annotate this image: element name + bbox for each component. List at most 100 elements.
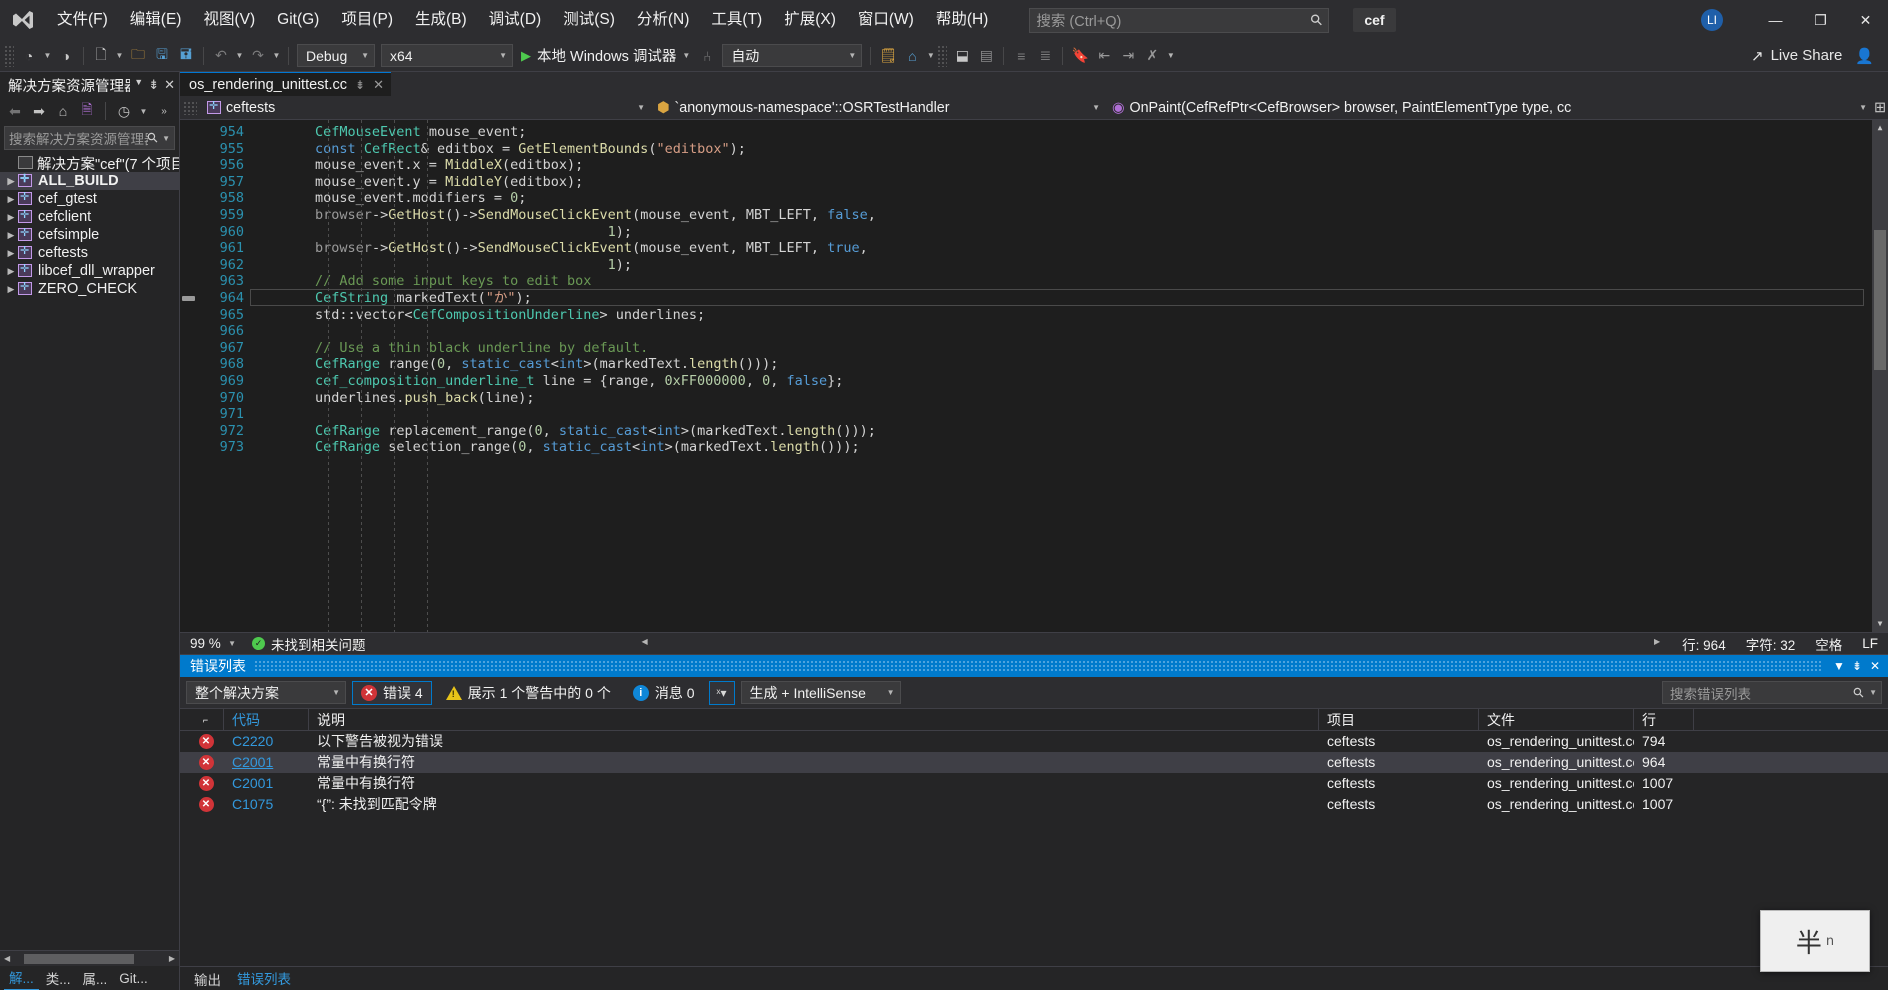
error-list-grip[interactable]: [254, 660, 1822, 672]
code-line[interactable]: [250, 406, 1872, 423]
chevron-down-icon[interactable]: ▼: [137, 99, 150, 123]
menu-tools[interactable]: 工具(T): [700, 0, 773, 40]
solution-explorer-tab-3[interactable]: Git...: [114, 969, 153, 988]
hot-reload-dropdown-icon[interactable]: ▼: [924, 44, 937, 68]
nav-class-combo[interactable]: ⬢ `anonymous-namespace'::OSRTestHandler …: [650, 97, 1105, 119]
navbar-grip[interactable]: [183, 100, 197, 115]
scroll-thumb[interactable]: [24, 953, 135, 964]
undo-icon[interactable]: ↶: [209, 44, 233, 68]
expand-navbar-icon[interactable]: ⊞: [1872, 100, 1888, 116]
platform-combo[interactable]: x64 ▼: [381, 44, 513, 67]
scroll-right-icon[interactable]: ▶: [169, 954, 179, 963]
scroll-left-icon[interactable]: ◀: [0, 954, 10, 963]
menu-window[interactable]: 窗口(W): [847, 0, 925, 40]
code-line[interactable]: mouse_event.y = MiddleY(editbox);: [250, 174, 1872, 191]
warnings-filter-button[interactable]: 展示 1 个警告中的 0 个: [438, 681, 619, 705]
layout-icon[interactable]: ▤: [974, 44, 998, 68]
avatar[interactable]: LI: [1701, 9, 1723, 31]
code-line[interactable]: 1);: [250, 224, 1872, 241]
home-icon[interactable]: ⌂: [52, 100, 74, 122]
menu-edit[interactable]: 编辑(E): [119, 0, 193, 40]
forward-icon[interactable]: ➡: [28, 100, 50, 122]
select-element-icon[interactable]: ⬓: [950, 44, 974, 68]
solution-tree-item-5[interactable]: ▶ libcef_dll_wrapper: [0, 262, 179, 280]
code-line[interactable]: CefRange range(0, static_cast<int>(marke…: [250, 356, 1872, 373]
close-button[interactable]: ✕: [1843, 0, 1888, 40]
error-code[interactable]: C1075: [224, 794, 309, 815]
scroll-left-icon[interactable]: ◀: [642, 637, 648, 646]
solution-tree-item-0[interactable]: ▶ ALL_BUILD: [0, 172, 179, 190]
clear-bookmarks-icon[interactable]: ✗: [1140, 44, 1164, 68]
scope-combo[interactable]: 整个解决方案 ▼: [186, 681, 346, 704]
toolbar-overflow-icon[interactable]: ▼: [1164, 44, 1177, 68]
code-line[interactable]: // Use a thin black underline by default…: [250, 340, 1872, 357]
code-content[interactable]: CefMouseEvent mouse_event; const CefRect…: [250, 120, 1872, 632]
expand-arrow-icon[interactable]: ▶: [4, 194, 18, 205]
solution-explorer-tab-0[interactable]: 解...: [4, 965, 39, 990]
code-line[interactable]: CefRange selection_range(0, static_cast<…: [250, 439, 1872, 456]
menu-view[interactable]: 视图(V): [192, 0, 266, 40]
global-search-input[interactable]: 搜索 (Ctrl+Q) ⚲: [1029, 7, 1330, 33]
live-share-button[interactable]: ↗ Live Share 👤: [1751, 47, 1888, 65]
clear-filter-icon[interactable]: ˣ▾: [708, 680, 735, 705]
column-header-description[interactable]: 说明: [309, 709, 1319, 731]
output-tab-0[interactable]: 输出: [188, 967, 227, 990]
expand-arrow-icon[interactable]: ▶: [4, 266, 18, 277]
scroll-down-icon[interactable]: ▼: [1872, 616, 1888, 632]
messages-filter-button[interactable]: i 消息 0: [625, 681, 703, 705]
solution-tree-item-4[interactable]: ▶ ceftests: [0, 244, 179, 262]
restore-button[interactable]: ❐: [1798, 0, 1843, 40]
close-icon[interactable]: ✕: [1866, 659, 1884, 673]
next-bookmark-icon[interactable]: ⇥: [1116, 44, 1140, 68]
open-file-icon[interactable]: 🗀: [126, 44, 150, 68]
errors-filter-button[interactable]: ✕ 错误 4: [352, 680, 432, 705]
hot-reload-icon[interactable]: ⌂: [900, 44, 924, 68]
menu-debug[interactable]: 调试(D): [478, 0, 553, 40]
menu-git[interactable]: Git(G): [266, 0, 330, 40]
overflow-icon[interactable]: »: [153, 100, 175, 122]
attach-to-process-icon[interactable]: 🗒: [876, 44, 900, 68]
solution-tree-item-1[interactable]: ▶ cef_gtest: [0, 190, 179, 208]
expand-arrow-icon[interactable]: ▶: [4, 284, 18, 295]
solution-explorer-hscrollbar[interactable]: ◀ ▶: [0, 950, 179, 966]
code-line[interactable]: underlines.push_back(line);: [250, 390, 1872, 407]
solution-explorer-tab-2[interactable]: 属...: [78, 966, 113, 990]
code-line[interactable]: browser->GetHost()->SendMouseClickEvent(…: [250, 207, 1872, 224]
scroll-up-icon[interactable]: ▲: [1872, 120, 1888, 136]
code-line[interactable]: [250, 323, 1872, 340]
error-code[interactable]: C2220: [224, 731, 309, 752]
build-filter-combo[interactable]: 生成 + IntelliSense ▼: [740, 681, 901, 704]
issue-status[interactable]: ✓ 未找到相关问题: [242, 634, 366, 654]
code-line[interactable]: browser->GetHost()->SendMouseClickEvent(…: [250, 240, 1872, 257]
code-line[interactable]: // Add some input keys to edit box: [250, 273, 1872, 290]
nav-member-combo[interactable]: ◉ OnPaint(CefRefPtr<CefBrowser> browser,…: [1105, 97, 1872, 119]
expand-arrow-icon[interactable]: ▶: [4, 248, 18, 259]
error-list-row[interactable]: ✕ C2001 常量中有换行符 ceftests os_rendering_unitte…: [180, 773, 1888, 794]
code-editor[interactable]: 954 955 956 957 958 959 960 961 962 963 964 965 966 9…: [180, 120, 1888, 632]
error-list-grid[interactable]: ⌐ 代码 说明 项目 文件 行 ✕ C2220 以下警告被视为错误 ceftests o…: [180, 709, 1888, 966]
menu-test[interactable]: 测试(S): [552, 0, 626, 40]
menu-project[interactable]: 项目(P): [330, 0, 404, 40]
scroll-right-icon[interactable]: ▶: [1654, 637, 1660, 646]
code-line[interactable]: cef_composition_underline_t line = {rang…: [250, 373, 1872, 390]
scroll-thumb[interactable]: [1874, 230, 1886, 370]
column-header-code[interactable]: 代码: [224, 709, 309, 731]
editor-vertical-scrollbar[interactable]: ▲ ▼: [1872, 120, 1888, 632]
save-all-icon[interactable]: 🖬: [174, 44, 198, 68]
column-header-icon[interactable]: ⌐: [180, 709, 224, 731]
new-dropdown-icon[interactable]: ▼: [113, 44, 126, 68]
code-line[interactable]: 1);: [250, 257, 1872, 274]
code-line[interactable]: const CefRect& editbox = GetElementBound…: [250, 141, 1872, 158]
expand-arrow-icon[interactable]: ▶: [4, 212, 18, 223]
menu-analyze[interactable]: 分析(N): [626, 0, 701, 40]
expand-arrow-icon[interactable]: ▶: [4, 230, 18, 241]
start-debugging-button[interactable]: ▶ 本地 Windows 调试器 ▼: [516, 44, 695, 68]
process-combo[interactable]: 自动 ▼: [722, 44, 863, 67]
pin-icon[interactable]: ⇟: [148, 77, 159, 93]
tab-os-rendering-unittest[interactable]: os_rendering_unittest.cc ⇟ ✕: [180, 72, 391, 96]
pin-icon[interactable]: ⇟: [355, 78, 365, 92]
menu-extensions[interactable]: 扩展(X): [773, 0, 847, 40]
code-line[interactable]: CefMouseEvent mouse_event;: [250, 124, 1872, 141]
navigate-back-icon[interactable]: ◔: [17, 44, 41, 68]
column-header-project[interactable]: 项目: [1319, 709, 1479, 731]
